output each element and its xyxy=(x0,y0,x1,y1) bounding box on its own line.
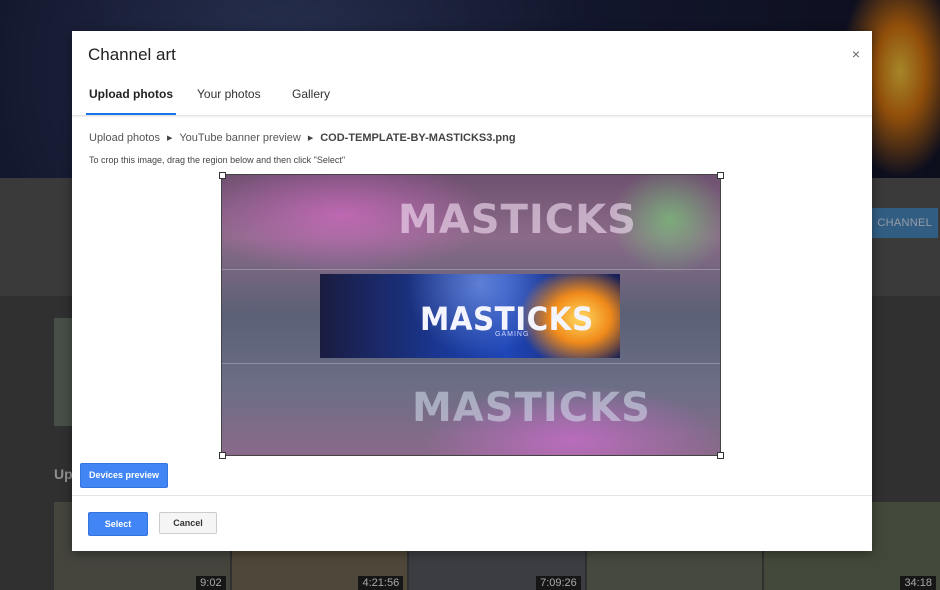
devices-preview-button[interactable]: Devices preview xyxy=(80,463,169,488)
breadcrumb: Upload photos ▶ YouTube banner preview ▶ COD… xyxy=(89,132,516,144)
dialog-title: Channel art xyxy=(88,45,176,64)
crop-handle-bottom-right[interactable] xyxy=(717,452,724,459)
tab-your-photos[interactable]: Your photos xyxy=(194,81,264,115)
crop-handle-bottom-left[interactable] xyxy=(219,452,226,459)
cancel-button[interactable]: Cancel xyxy=(159,512,217,534)
tab-gallery[interactable]: Gallery xyxy=(289,81,333,115)
chevron-right-icon: ▶ xyxy=(166,135,173,142)
ghost-logo-top: MASTICKS xyxy=(398,197,637,243)
divider-line xyxy=(222,269,720,270)
chevron-right-icon: ▶ xyxy=(307,135,314,142)
breadcrumb-filename: COD-TEMPLATE-BY-MASTICKS3.png xyxy=(320,132,516,144)
crop-region[interactable]: MASTICKS MASTICKS GAMING MASTICKS xyxy=(221,174,721,456)
ghost-logo-bottom: MASTICKS xyxy=(412,385,651,431)
crop-handle-top-right[interactable] xyxy=(717,172,724,179)
breadcrumb-upload-photos[interactable]: Upload photos xyxy=(89,132,160,144)
tab-bar: Upload photos Your photos Gallery xyxy=(72,81,872,116)
banner-subtitle: GAMING xyxy=(495,331,530,338)
crop-handle-top-left[interactable] xyxy=(219,172,226,179)
crop-instruction: To crop this image, drag the region belo… xyxy=(89,155,346,165)
tab-upload-photos[interactable]: Upload photos xyxy=(86,81,176,115)
channel-art-dialog: Channel art × Upload photos Your photos … xyxy=(72,31,872,551)
breadcrumb-banner-preview[interactable]: YouTube banner preview xyxy=(179,132,301,144)
divider-line xyxy=(222,363,720,364)
close-icon[interactable]: × xyxy=(852,46,860,62)
select-button[interactable]: Select xyxy=(88,512,148,536)
footer-divider xyxy=(72,495,872,496)
banner-preview-area: MASTICKS GAMING xyxy=(320,274,620,358)
